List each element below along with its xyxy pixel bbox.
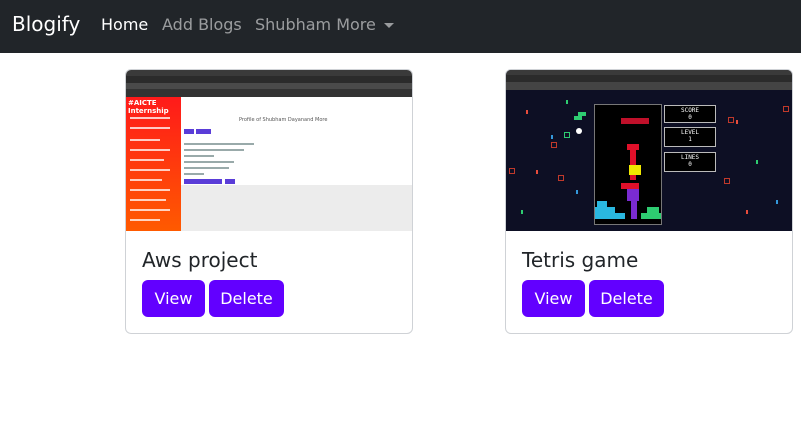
- tetris-well: [594, 104, 662, 225]
- delete-button[interactable]: Delete: [589, 280, 664, 317]
- nav-user-dropdown[interactable]: Shubham More: [255, 15, 394, 34]
- top-navbar: Blogify Home Add Blogs Shubham More: [0, 0, 801, 53]
- blog-card-aws: #AICTE Internship Profile of Shubham Day…: [125, 69, 413, 334]
- score-display: SCORE 0: [664, 105, 716, 123]
- delete-button[interactable]: Delete: [209, 280, 284, 317]
- blog-card-tetris: SCORE 0 LEVEL 1 LINES 0 Tetris game View De…: [505, 69, 793, 334]
- lines-display: LINES 0: [664, 152, 716, 172]
- user-name-label: Shubham More: [255, 15, 376, 34]
- level-display: LEVEL 1: [664, 127, 716, 147]
- nav-home-link[interactable]: Home: [101, 15, 148, 34]
- thumb-heading: Profile of Shubham Dayanand More: [239, 117, 328, 123]
- view-button[interactable]: View: [142, 280, 205, 317]
- thumb-sidebar-title: #AICTE Internship: [128, 99, 169, 115]
- blog-thumbnail: SCORE 0 LEVEL 1 LINES 0: [506, 70, 792, 231]
- blog-thumbnail: #AICTE Internship Profile of Shubham Day…: [126, 70, 412, 231]
- chevron-down-icon: [383, 23, 394, 28]
- card-title: Aws project: [142, 248, 258, 272]
- view-button[interactable]: View: [522, 280, 585, 317]
- nav-add-blogs-link[interactable]: Add Blogs: [162, 15, 242, 34]
- card-title: Tetris game: [522, 248, 639, 272]
- brand-logo[interactable]: Blogify: [12, 12, 80, 36]
- thumb-sidebar: #AICTE Internship: [126, 97, 181, 231]
